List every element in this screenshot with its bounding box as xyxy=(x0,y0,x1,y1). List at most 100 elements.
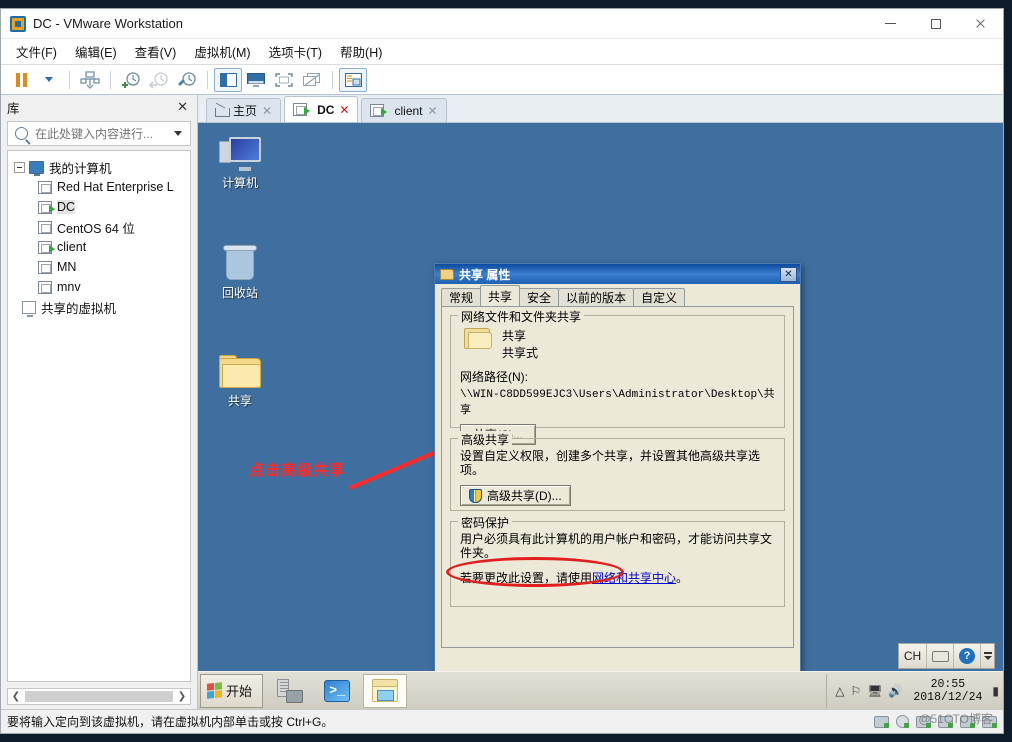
pause-dropdown-button[interactable] xyxy=(35,68,63,92)
language-bar[interactable]: CH ? xyxy=(898,643,995,669)
library-horizontal-scrollbar[interactable]: ❮ ❯ xyxy=(7,688,191,705)
network-warning-icon[interactable]: 🖥 xyxy=(867,684,882,698)
tab-security[interactable]: 安全 xyxy=(519,288,560,306)
recycle-bin-icon xyxy=(223,245,257,281)
tree-item-dc[interactable]: DC xyxy=(8,197,190,217)
tree-item-client[interactable]: client xyxy=(8,237,190,257)
scroll-right-icon[interactable]: ❯ xyxy=(174,691,190,702)
menu-edit[interactable]: 编辑(E) xyxy=(66,39,126,64)
tab-dc[interactable]: DC ✕ xyxy=(284,96,359,122)
show-hidden-icons-icon[interactable]: △ xyxy=(835,684,844,698)
library-search[interactable] xyxy=(7,121,191,146)
hard-disk-icon[interactable] xyxy=(874,715,889,728)
take-snapshot-button[interactable] xyxy=(117,68,145,92)
tab-home[interactable]: 主页 ✕ xyxy=(206,98,282,122)
show-thumbnail-bar-button[interactable] xyxy=(339,67,367,92)
taskbar-clock[interactable]: 20:55 2018/12/24 xyxy=(913,678,982,704)
search-input[interactable] xyxy=(33,125,170,142)
send-ctrl-alt-del-button[interactable] xyxy=(76,68,104,92)
desktop-icon-computer[interactable]: 计算机 xyxy=(204,137,276,191)
toolbar-separator xyxy=(69,70,70,89)
chevron-down-icon[interactable] xyxy=(174,131,182,136)
tree-item-mn[interactable]: MN xyxy=(8,257,190,277)
minimize-button[interactable] xyxy=(868,9,913,39)
clock-date: 2018/12/24 xyxy=(913,690,983,704)
close-icon[interactable]: ✕ xyxy=(339,103,349,117)
help-icon[interactable]: ? xyxy=(953,644,980,668)
scroll-left-icon[interactable]: ❮ xyxy=(8,691,24,702)
tab-label: client xyxy=(394,103,423,118)
manage-snapshots-button[interactable] xyxy=(173,68,201,92)
tree-item-my-computer[interactable]: 我的计算机 xyxy=(8,157,190,177)
show-library-button[interactable] xyxy=(214,67,242,92)
taskbar-explorer[interactable] xyxy=(363,673,408,708)
password-protection-text: 用户必须具有此计算机的用户帐户和密码，才能访问共享文件夹。 xyxy=(460,532,773,560)
network-sharing-center-link[interactable]: 网络和共享中心 xyxy=(592,571,676,585)
close-icon[interactable]: ✕ xyxy=(174,99,191,115)
vm-running-icon xyxy=(293,103,311,116)
close-icon[interactable]: ✕ xyxy=(262,104,272,118)
advanced-sharing-button-label: 高级共享(D)... xyxy=(487,489,562,503)
menu-file[interactable]: 文件(F) xyxy=(7,39,66,64)
tab-client[interactable]: client ✕ xyxy=(361,98,447,122)
tab-customize[interactable]: 自定义 xyxy=(633,288,686,306)
close-button[interactable] xyxy=(958,9,1003,39)
collapse-icon[interactable] xyxy=(14,161,25,173)
taskbar-server-manager[interactable] xyxy=(267,674,311,708)
network-path-label: 网络路径(N): xyxy=(460,370,528,384)
desktop-icon-label: 共享 xyxy=(227,394,252,408)
pause-button[interactable] xyxy=(7,68,35,92)
tree-item-rhel[interactable]: Red Hat Enterprise L xyxy=(8,177,190,197)
taskbar-powershell[interactable]: >_ xyxy=(315,674,359,708)
desktop-icon-recycle-bin[interactable]: 回收站 xyxy=(204,245,276,301)
annotation-text: 点击高级共享 xyxy=(249,462,346,479)
tree-item-shared-vms[interactable]: 共享的虚拟机 xyxy=(8,297,190,317)
menu-tabs[interactable]: 选项卡(T) xyxy=(260,39,331,64)
tab-previous-versions[interactable]: 以前的版本 xyxy=(558,288,635,306)
system-tray: △ ⚐ 🖥 🔊 20:55 2018/12/24 ▮ xyxy=(826,673,1003,708)
action-center-flag-icon[interactable]: ⚐ xyxy=(850,684,861,698)
device-status-icons: @51CTO博客 xyxy=(874,712,997,728)
menu-view[interactable]: 查看(V) xyxy=(126,39,186,64)
password-protection-group: 密码保护 用户必须具有此计算机的用户帐户和密码，才能访问共享文件夹。 若要更改此… xyxy=(450,514,785,607)
revert-snapshot-button[interactable] xyxy=(145,68,173,92)
dialog-content-pane: 网络文件和文件夹共享 共享 共享式 网络路径(N): \\WIN-C8DD599… xyxy=(441,306,794,648)
console-view-button[interactable] xyxy=(242,68,270,92)
advanced-sharing-button[interactable]: 高级共享(D)... xyxy=(460,485,571,506)
snapshot-revert-icon xyxy=(149,71,168,89)
password-protection-hint: 若要更改此设置，请使用 xyxy=(460,571,593,585)
advanced-sharing-description: 设置自定义权限，创建多个共享，并设置其他高级共享选项。 xyxy=(460,449,761,477)
ime-language-label[interactable]: CH xyxy=(899,644,926,668)
keyboard-icon[interactable] xyxy=(926,644,953,668)
tree-item-label: mnv xyxy=(57,280,81,294)
snapshot-add-icon xyxy=(122,71,140,88)
tree-item-centos[interactable]: CentOS 64 位 xyxy=(8,217,190,237)
language-bar-options-icon[interactable] xyxy=(980,644,994,668)
cd-drive-icon[interactable] xyxy=(896,715,909,728)
unity-mode-button[interactable] xyxy=(298,68,326,92)
tab-sharing[interactable]: 共享 xyxy=(480,285,521,306)
tree-item-mnv[interactable]: mnv xyxy=(8,277,190,297)
vm-running-icon xyxy=(38,200,55,214)
network-sharing-group: 网络文件和文件夹共享 共享 共享式 网络路径(N): \\WIN-C8DD599… xyxy=(450,308,785,445)
fullscreen-button[interactable] xyxy=(270,68,298,92)
library-tree[interactable]: 我的计算机 Red Hat Enterprise L DC CentOS 64 … xyxy=(7,150,191,682)
group-legend: 密码保护 xyxy=(458,514,513,531)
guest-screen[interactable]: 计算机 回收站 共享 点击高级共享 共享 属性 ✕ 常规 共享 安全 以前的版本… xyxy=(198,123,1003,709)
share-properties-dialog[interactable]: 共享 属性 ✕ 常规 共享 安全 以前的版本 自定义 网络文件和文件夹共享 共享… xyxy=(434,263,801,701)
volume-muted-icon[interactable]: 🔊 xyxy=(888,684,903,698)
menu-vm[interactable]: 虚拟机(M) xyxy=(185,39,259,64)
unity-mode-icon xyxy=(303,72,321,86)
folder-icon xyxy=(440,268,454,280)
start-button[interactable]: 开始 xyxy=(200,673,264,708)
dialog-close-button[interactable]: ✕ xyxy=(780,266,797,282)
show-desktop-button[interactable]: ▮ xyxy=(992,684,999,698)
desktop-icon-share-folder[interactable]: 共享 xyxy=(204,355,276,409)
close-icon[interactable]: ✕ xyxy=(428,104,438,118)
vm-icon xyxy=(38,280,52,294)
vmware-icon xyxy=(10,15,26,32)
menu-help[interactable]: 帮助(H) xyxy=(331,39,391,64)
tab-general[interactable]: 常规 xyxy=(441,288,482,306)
scrollbar-thumb[interactable] xyxy=(25,691,173,702)
maximize-button[interactable] xyxy=(913,9,958,39)
